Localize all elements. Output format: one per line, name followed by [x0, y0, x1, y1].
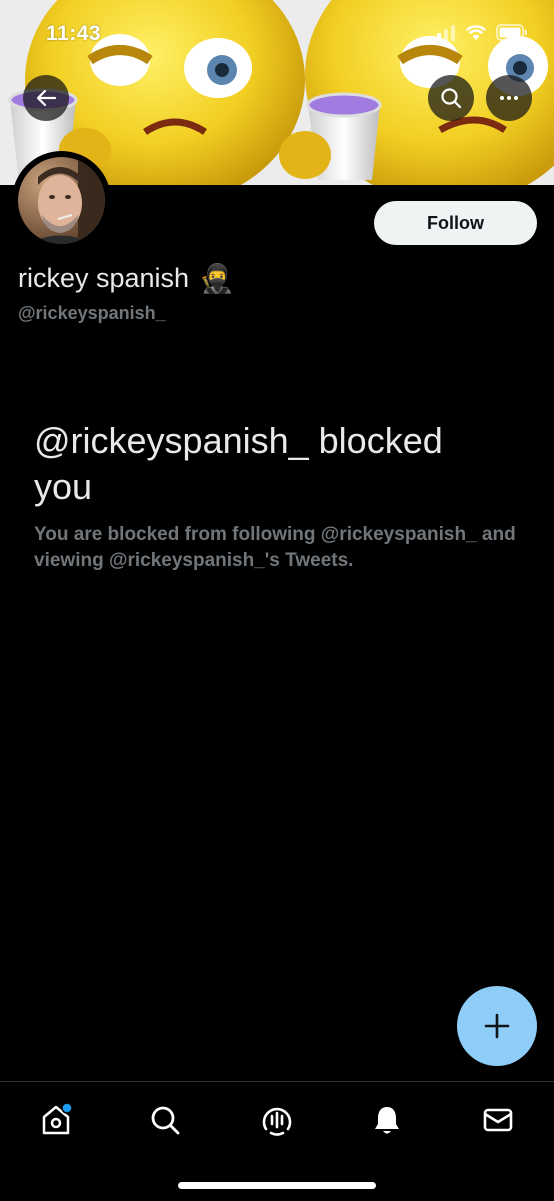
- search-button[interactable]: [428, 75, 474, 121]
- tab-home[interactable]: [36, 1100, 76, 1140]
- more-horizontal-icon: [500, 96, 518, 100]
- ninja-emoji: 🥷: [199, 262, 234, 295]
- compose-tweet-button[interactable]: [457, 986, 537, 1066]
- status-bar: 11:43: [0, 0, 554, 70]
- back-button[interactable]: [23, 75, 69, 121]
- profile-handle: @rickeyspanish_: [18, 303, 166, 323]
- more-button[interactable]: [486, 75, 532, 121]
- tab-spaces[interactable]: [257, 1100, 297, 1140]
- battery-icon: [496, 24, 527, 41]
- notification-dot: [61, 1102, 73, 1114]
- blocked-title: @rickeyspanish_ blocked you: [34, 420, 443, 507]
- status-icons: [430, 24, 528, 41]
- avatar-image: [18, 157, 105, 244]
- follow-button[interactable]: Follow: [374, 201, 537, 245]
- display-name-text: rickey spanish: [18, 263, 190, 293]
- home-icon: [42, 1102, 73, 1135]
- tab-search[interactable]: [145, 1100, 185, 1140]
- blocked-description: You are blocked from following @rickeysp…: [34, 524, 516, 571]
- home-indicator: [178, 1182, 376, 1189]
- spaces-icon: [262, 1107, 292, 1136]
- plus-icon: [484, 1013, 510, 1039]
- mail-icon: [483, 1108, 513, 1132]
- arrow-left-icon: [36, 89, 57, 107]
- display-name: rickey spanish 🥷: [18, 262, 234, 295]
- bell-icon: [375, 1107, 399, 1134]
- wifi-icon: [465, 24, 487, 40]
- avatar[interactable]: [12, 151, 111, 250]
- cellular-signal-icon: [430, 24, 455, 41]
- search-icon: [151, 1106, 180, 1135]
- status-time: 11:43: [46, 22, 102, 45]
- tab-notifications[interactable]: [367, 1100, 407, 1140]
- search-icon: [441, 88, 462, 109]
- tab-messages[interactable]: [478, 1100, 518, 1140]
